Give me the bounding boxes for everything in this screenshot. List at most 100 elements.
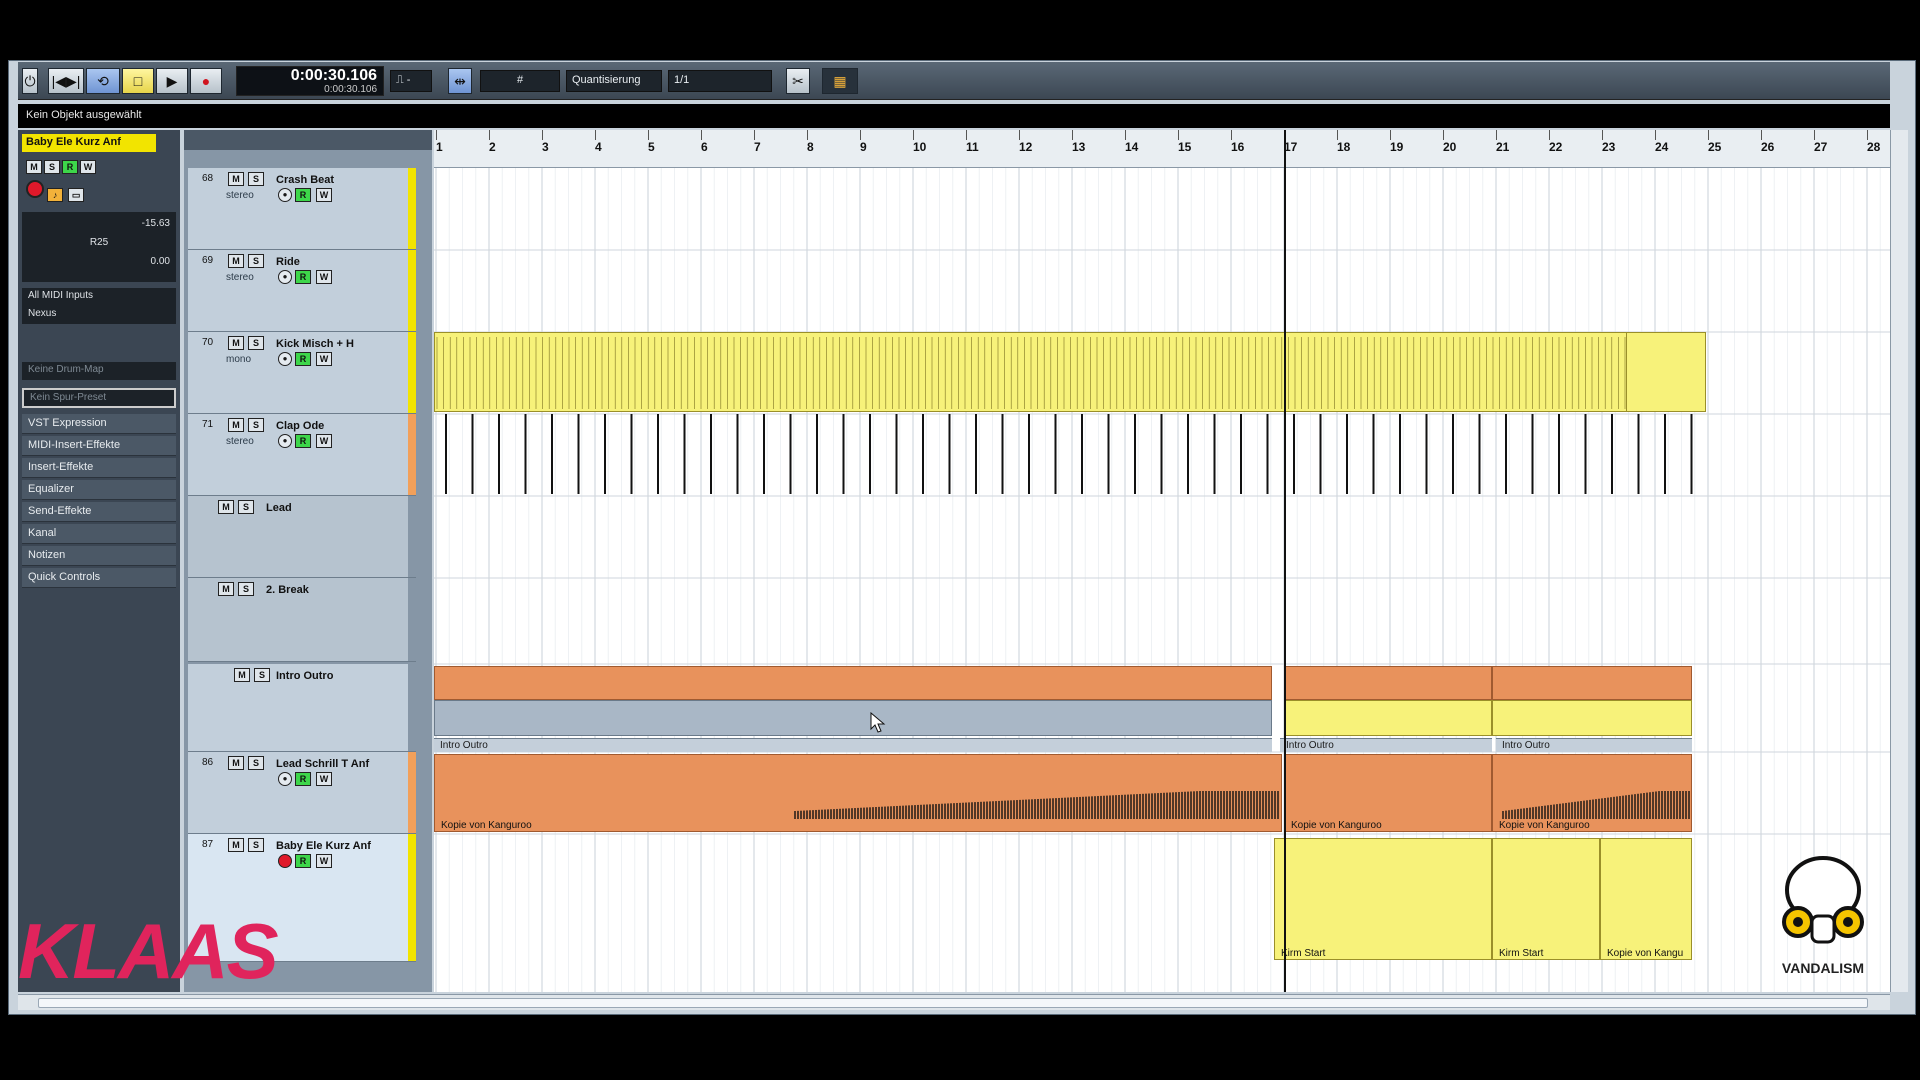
folder-track-lead[interactable]: MS Lead — [188, 496, 416, 578]
solo-button[interactable]: S — [254, 668, 270, 682]
scroll-thumb[interactable] — [38, 998, 1868, 1008]
track-ride[interactable]: 69 MS Ride stereo ● R W — [188, 250, 416, 332]
solo-button[interactable]: S — [238, 582, 254, 596]
monitor-icon[interactable]: ● — [278, 188, 292, 202]
folder-part-label[interactable]: Intro Outro — [434, 738, 1272, 752]
folder-part-orange-1[interactable] — [434, 666, 1272, 700]
track-preset-field[interactable]: Kein Spur-Preset — [22, 388, 176, 408]
section-vst-expression[interactable]: VST Expression — [22, 414, 176, 434]
write-button[interactable]: W — [316, 434, 332, 448]
read-button[interactable]: R — [295, 270, 311, 284]
stop-button[interactable]: □ — [122, 68, 154, 94]
write-button[interactable]: W — [316, 270, 332, 284]
midi-part-lead-3[interactable]: Kopie von Kanguroo — [1492, 754, 1692, 832]
midi-input-select[interactable]: All MIDI Inputs — [22, 288, 176, 306]
track-name[interactable]: Kick Misch + H — [276, 338, 354, 350]
go-to-start-button[interactable]: |◀▶| — [48, 68, 84, 94]
track-name[interactable]: Ride — [276, 256, 300, 268]
mute-button[interactable]: M — [228, 838, 244, 852]
read-button[interactable]: R — [295, 434, 311, 448]
write-button[interactable]: W — [80, 160, 96, 174]
midi-part-baby-1[interactable]: Kirm Start — [1274, 838, 1492, 960]
monitor-icon[interactable]: ● — [278, 434, 292, 448]
solo-button[interactable]: S — [44, 160, 60, 174]
folder-track-intro-outro[interactable]: MS Intro Outro — [188, 664, 416, 752]
midi-output-select[interactable]: Nexus — [22, 306, 176, 324]
track-name[interactable]: Lead — [266, 502, 292, 514]
record-enable-icon[interactable] — [278, 854, 292, 868]
quantize-select[interactable]: Quantisierung — [566, 70, 662, 92]
track-clap-ode[interactable]: 71 MS Clap Ode stereo ● R W — [188, 414, 416, 496]
mute-button[interactable]: M — [228, 172, 244, 186]
monitor-icon[interactable]: ● — [278, 270, 292, 284]
delay-value[interactable]: 0.00 — [28, 256, 170, 267]
snap-type-select[interactable]: ⎍ - — [390, 70, 432, 92]
play-button[interactable]: ▶ — [156, 68, 188, 94]
read-button[interactable]: R — [62, 160, 78, 174]
time-display[interactable]: 0:00:30.106 0:00:30.106 — [236, 66, 384, 96]
track-kick[interactable]: 70 MS Kick Misch + H mono ● R W — [188, 332, 416, 414]
mute-button[interactable]: M — [26, 160, 42, 174]
grid-type-select[interactable]: # — [480, 70, 560, 92]
write-button[interactable]: W — [316, 188, 332, 202]
track-lead-schrill[interactable]: 86 MS Lead Schrill T Anf ● R W — [188, 752, 416, 834]
volume-value[interactable]: -15.63 — [28, 218, 170, 229]
section-channel[interactable]: Kanal — [22, 524, 176, 544]
track-name[interactable]: Lead Schrill T Anf — [276, 758, 369, 770]
midi-part-kick[interactable] — [434, 332, 1706, 412]
read-button[interactable]: R — [295, 188, 311, 202]
solo-button[interactable]: S — [248, 756, 264, 770]
track-name[interactable]: Crash Beat — [276, 174, 334, 186]
midi-part-kick-end[interactable] — [1626, 332, 1706, 412]
pan-value[interactable]: R25 — [28, 237, 170, 248]
section-midi-insert[interactable]: MIDI-Insert-Effekte — [22, 436, 176, 456]
mute-button[interactable]: M — [228, 418, 244, 432]
lock-icon[interactable]: ♪ — [47, 188, 64, 202]
ruler[interactable]: 1 2 3 4 5 6 7 8 9 10 11 12 13 14 15 16 17 18 19 20 21 22 23 24 2… — [434, 130, 1890, 168]
monitor-icon[interactable]: ● — [278, 352, 292, 366]
read-button[interactable]: R — [295, 854, 311, 868]
write-button[interactable]: W — [316, 854, 332, 868]
mute-button[interactable]: M — [218, 500, 234, 514]
project-cursor[interactable] — [1284, 130, 1286, 992]
folder-part-yellow-2[interactable] — [1284, 700, 1492, 736]
track-name[interactable]: 2. Break — [266, 584, 309, 596]
section-send-effects[interactable]: Send-Effekte — [22, 502, 176, 522]
track-crash-beat[interactable]: 68 MS Crash Beat stereo ● R W — [188, 168, 416, 250]
section-quick-controls[interactable]: Quick Controls — [22, 568, 176, 588]
inspector-track-title[interactable]: Baby Ele Kurz Anf — [22, 134, 156, 152]
activate-project-icon[interactable]: ⏻ — [22, 68, 38, 94]
folder-part-orange-3[interactable] — [1492, 666, 1692, 700]
midi-part-lead-2[interactable]: Kopie von Kanguroo — [1284, 754, 1492, 832]
track-name[interactable]: Baby Ele Kurz Anf — [276, 840, 371, 852]
record-enable-icon[interactable] — [26, 180, 44, 198]
track-name[interactable]: Intro Outro — [276, 670, 333, 682]
mute-button[interactable]: M — [218, 582, 234, 596]
midi-part-baby-2[interactable]: Kirm Start — [1492, 838, 1600, 960]
write-button[interactable]: W — [316, 352, 332, 366]
folder-part-orange-2[interactable] — [1284, 666, 1492, 700]
solo-button[interactable]: S — [248, 838, 264, 852]
color-palette-button[interactable]: ▦ — [822, 68, 858, 94]
section-equalizer[interactable]: Equalizer — [22, 480, 176, 500]
folder-part-label[interactable]: Intro Outro — [1496, 738, 1692, 752]
vertical-scrollbar[interactable] — [1890, 130, 1908, 992]
cycle-button[interactable]: ⟲ — [86, 68, 120, 94]
section-notes[interactable]: Notizen — [22, 546, 176, 566]
write-button[interactable]: W — [316, 772, 332, 786]
solo-button[interactable]: S — [248, 254, 264, 268]
track-name[interactable]: Clap Ode — [276, 420, 324, 432]
drum-map-select[interactable]: Keine Drum-Map — [22, 362, 176, 380]
record-button[interactable]: ● — [190, 68, 222, 94]
solo-button[interactable]: S — [248, 172, 264, 186]
read-button[interactable]: R — [295, 772, 311, 786]
folder-part-yellow-3[interactable] — [1492, 700, 1692, 736]
midi-part-lead-1[interactable]: Kopie von Kanguroo — [434, 754, 1282, 832]
folder-part-label[interactable]: Intro Outro — [1280, 738, 1492, 752]
folder-icon[interactable]: ▭ — [68, 188, 85, 202]
midi-part-baby-3[interactable]: Kopie von Kangu — [1600, 838, 1692, 960]
mute-button[interactable]: M — [228, 756, 244, 770]
monitor-icon[interactable]: ● — [278, 772, 292, 786]
mute-button[interactable]: M — [228, 336, 244, 350]
folder-part-blue-1[interactable] — [434, 700, 1272, 736]
